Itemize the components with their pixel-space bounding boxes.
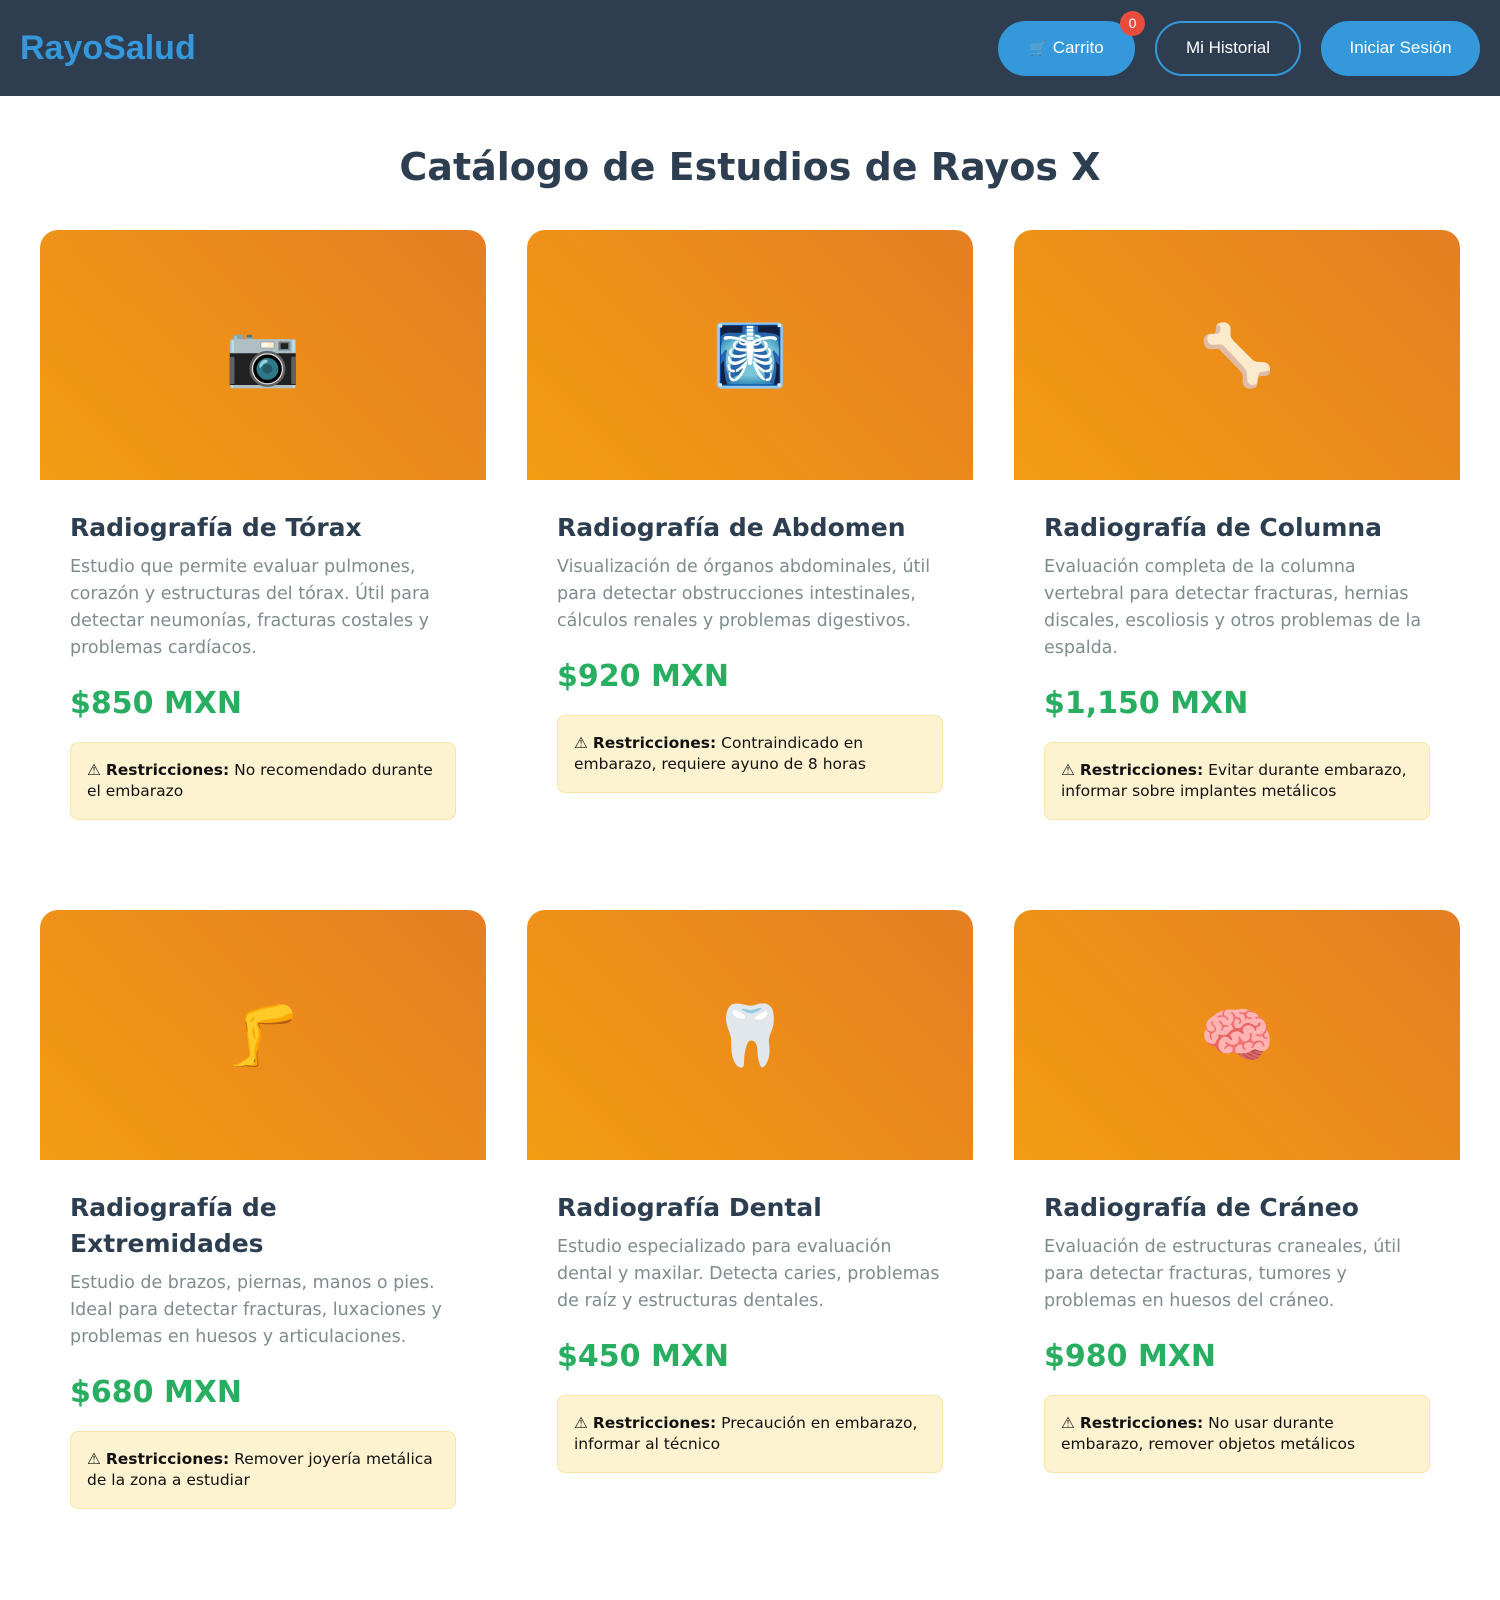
study-price: $1,150 MXN [1044,686,1249,721]
study-card[interactable]: 🦷 Radiografía Dental Estudio especializa… [527,910,973,1590]
study-image: 📷 [40,230,486,480]
study-title: Radiografía de Extremidades [70,1193,277,1258]
study-image: 🦴 [1014,230,1460,480]
study-description: Evaluación de estructuras craneales, úti… [1044,1237,1401,1311]
brain-icon: 🧠 [1199,1000,1275,1071]
study-price: $980 MXN [1044,1339,1217,1374]
study-price: $450 MXN [557,1339,730,1374]
study-description: Estudio especializado para evaluación de… [557,1237,940,1311]
study-image: 🧠 [1014,910,1460,1160]
cart-count-badge: 0 [1120,10,1145,36]
study-restrictions: ⚠ Restricciones: Contraindicado en embar… [557,715,943,793]
restrictions-label: Restricciones: [105,1450,230,1468]
study-description: Visualización de órganos abdominales, út… [557,557,931,631]
warning-icon: ⚠ [574,734,588,752]
bone-icon: 🦴 [1199,320,1275,391]
study-price: $920 MXN [557,659,730,694]
restrictions-label: Restricciones: [1079,761,1204,779]
study-card[interactable]: 🧠 Radiografía de Cráneo Evaluación de es… [1014,910,1460,1590]
history-button[interactable]: Mi Historial [1155,20,1301,76]
study-title: Radiografía de Abdomen [557,513,906,542]
study-description: Estudio que permite evaluar pulmones, co… [70,557,430,658]
study-card-body: Radiografía Dental Estudio especializado… [527,1160,973,1473]
study-card-body: Radiografía de Cráneo Evaluación de estr… [1014,1160,1460,1473]
study-title: Radiografía Dental [557,1193,822,1222]
tooth-icon: 🦷 [712,1000,788,1071]
study-restrictions: ⚠ Restricciones: Precaución en embarazo,… [557,1395,943,1473]
restrictions-label: Restricciones: [1079,1414,1204,1432]
warning-icon: ⚠ [87,761,101,779]
study-description: Evaluación completa de la columna verteb… [1044,557,1422,658]
page-title: Catálogo de Estudios de Rayos X [399,145,1101,189]
study-image: 🦵 [40,910,486,1160]
study-image: 🦷 [527,910,973,1160]
study-card-body: Radiografía de Extremidades Estudio de b… [40,1160,486,1509]
study-card[interactable]: 🩻 Radiografía de Abdomen Visualización d… [527,230,973,910]
study-title: Radiografía de Tórax [70,513,362,542]
restrictions-label: Restricciones: [105,761,230,779]
study-card-body: Radiografía de Columna Evaluación comple… [1014,480,1460,820]
study-description: Estudio de brazos, piernas, manos o pies… [70,1273,442,1347]
study-title: Radiografía de Cráneo [1044,1193,1359,1222]
restrictions-label: Restricciones: [592,1414,717,1432]
study-image: 🩻 [527,230,973,480]
warning-icon: ⚠ [574,1414,588,1432]
study-price: $680 MXN [70,1375,243,1410]
warning-icon: ⚠ [1061,761,1075,779]
study-title: Radiografía de Columna [1044,513,1383,542]
camera-icon: 📷 [225,320,301,391]
top-header: RayoSalud 🛒 Carrito 0 Mi Historial Inici… [0,0,1500,96]
study-card[interactable]: 🦵 Radiografía de Extremidades Estudio de… [40,910,486,1590]
study-catalog-grid: 📷 Radiografía de Tórax Estudio que permi… [40,230,1500,1590]
login-button[interactable]: Iniciar Sesión [1321,20,1480,76]
logo[interactable]: RayoSalud [20,29,196,68]
leg-icon: 🦵 [225,1000,301,1071]
study-restrictions: ⚠ Restricciones: No recomendado durante … [70,742,456,820]
study-restrictions: ⚠ Restricciones: Evitar durante embarazo… [1044,742,1430,820]
study-restrictions: ⚠ Restricciones: No usar durante embaraz… [1044,1395,1430,1473]
study-card-body: Radiografía de Tórax Estudio que permite… [40,480,486,820]
study-restrictions: ⚠ Restricciones: Remover joyería metálic… [70,1431,456,1509]
cart-button[interactable]: 🛒 Carrito 0 [998,10,1145,76]
cart-icon: 🛒 [1029,39,1047,56]
cart-label: Carrito [1052,38,1104,57]
study-card-body: Radiografía de Abdomen Visualización de … [527,480,973,793]
study-card[interactable]: 📷 Radiografía de Tórax Estudio que permi… [40,230,486,910]
xray-skeleton-icon: 🩻 [712,320,788,391]
restrictions-label: Restricciones: [592,734,717,752]
warning-icon: ⚠ [1061,1414,1075,1432]
warning-icon: ⚠ [87,1450,101,1468]
study-price: $850 MXN [70,686,243,721]
study-card[interactable]: 🦴 Radiografía de Columna Evaluación comp… [1014,230,1460,910]
top-nav: 🛒 Carrito 0 Mi Historial Iniciar Sesión [998,10,1480,76]
